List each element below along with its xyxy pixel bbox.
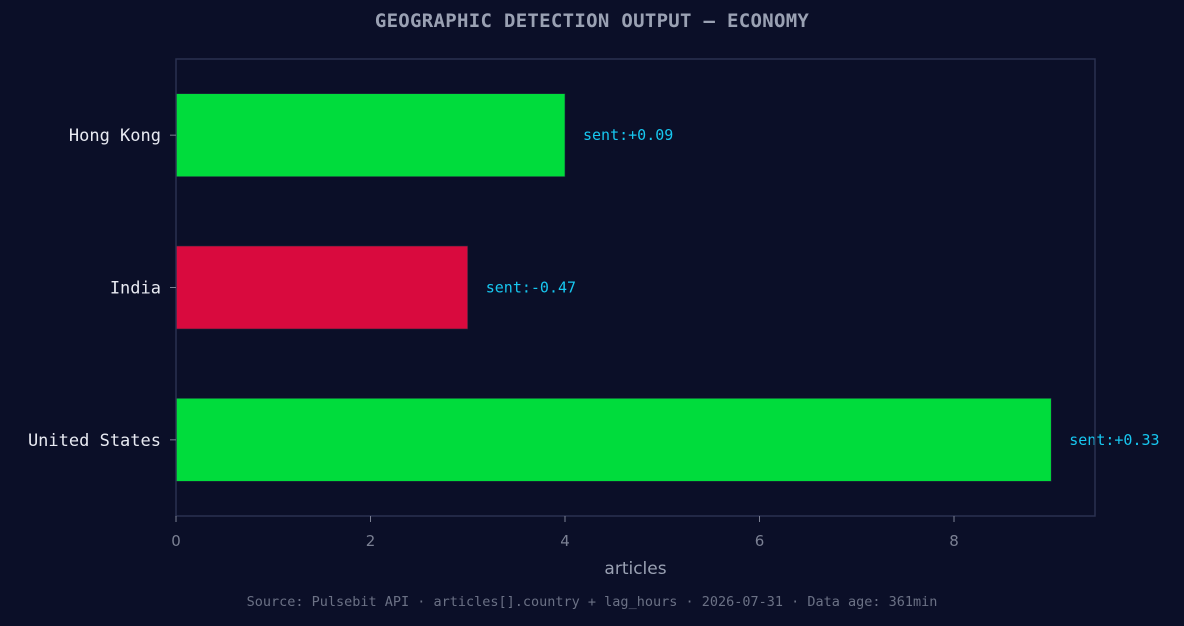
sentiment-label: sent:+0.33 (1069, 431, 1159, 449)
source-footer: Source: Pulsebit API · articles[].countr… (246, 594, 938, 610)
sentiment-label: sent:+0.09 (583, 126, 673, 144)
bar-chart: sent:+0.09 sent:-0.47 sent:+0.33 0 2 4 6 8 Hon… (28, 58, 1160, 579)
x-axis: 0 2 4 6 8 (171, 516, 959, 550)
bar-hong-kong (175, 93, 566, 177)
chart-page: GEOGRAPHIC DETECTION OUTPUT — ECONOMY se… (0, 0, 1184, 626)
x-tick-label: 0 (171, 532, 181, 550)
category-label: United States (28, 431, 161, 451)
bar-united-states (175, 398, 1052, 482)
x-tick-label: 4 (560, 532, 570, 550)
x-tick-label: 8 (949, 532, 959, 550)
bar-india (175, 245, 469, 330)
category-label: India (110, 279, 161, 299)
x-tick-label: 2 (366, 532, 376, 550)
x-axis-label: articles (604, 559, 666, 579)
y-axis: Hong Kong India United States (28, 126, 176, 451)
x-tick-label: 6 (755, 532, 765, 550)
bars-layer (175, 93, 1052, 482)
sentiment-label: sent:-0.47 (486, 279, 576, 297)
category-label: Hong Kong (69, 126, 161, 146)
